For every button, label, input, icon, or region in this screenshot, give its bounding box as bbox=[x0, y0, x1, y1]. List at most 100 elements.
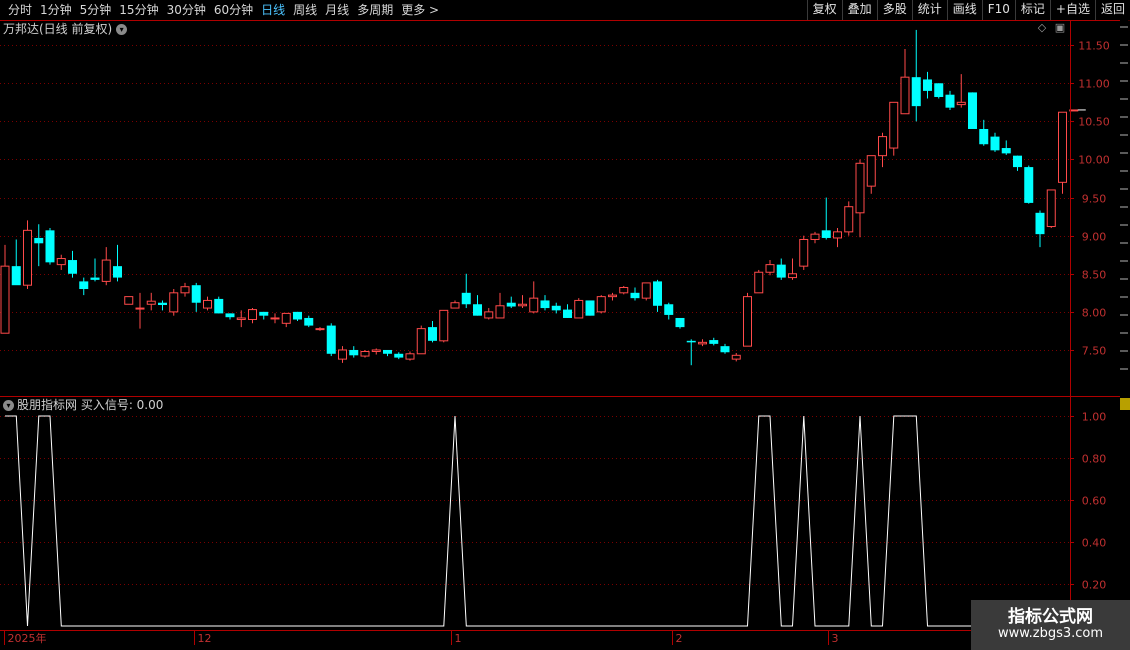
candle-body-down bbox=[1024, 167, 1034, 203]
candle bbox=[371, 348, 381, 355]
watermark: 指标公式网 www.zbgs3.com bbox=[971, 600, 1130, 650]
candle bbox=[990, 132, 1000, 152]
candle-body-down bbox=[214, 298, 224, 314]
candle-body-up bbox=[574, 299, 584, 319]
candle bbox=[1035, 210, 1045, 248]
candle-body-up bbox=[529, 297, 539, 313]
indicator-axis-label: 0.20 bbox=[1082, 579, 1107, 592]
candle bbox=[416, 325, 426, 355]
candle-body-down bbox=[968, 92, 977, 129]
candle-body-down bbox=[990, 136, 1000, 151]
candle bbox=[11, 239, 21, 286]
candle bbox=[709, 337, 719, 346]
candle-body-up bbox=[788, 273, 797, 279]
candle bbox=[394, 352, 404, 360]
candle bbox=[1001, 140, 1011, 155]
candle-body-down bbox=[293, 311, 302, 320]
candle bbox=[788, 258, 797, 280]
candle bbox=[191, 282, 201, 312]
candle-body-down bbox=[394, 353, 404, 358]
candle bbox=[900, 48, 910, 115]
candle bbox=[878, 132, 887, 168]
candle-body-up bbox=[855, 162, 865, 214]
candle bbox=[911, 29, 921, 122]
candle-body-down bbox=[720, 346, 730, 353]
candle-body-up bbox=[731, 354, 741, 360]
candle bbox=[675, 317, 685, 329]
indicator-axis-label: 0.60 bbox=[1082, 495, 1107, 508]
candle-body-down bbox=[1001, 148, 1011, 154]
candle-body-down bbox=[383, 349, 392, 354]
candle-body-up bbox=[135, 307, 145, 310]
candle-body-down bbox=[923, 79, 932, 91]
candle-body-down bbox=[506, 302, 516, 307]
candle-body-up bbox=[596, 296, 606, 313]
candle bbox=[293, 311, 302, 322]
candle-body-up bbox=[1058, 111, 1067, 183]
candle bbox=[23, 220, 32, 290]
candle bbox=[889, 101, 899, 156]
candle-body-down bbox=[90, 277, 100, 280]
candle bbox=[383, 349, 392, 357]
candle-body-up bbox=[146, 300, 156, 305]
candle-body-down bbox=[585, 300, 595, 316]
candle-body-up bbox=[315, 328, 325, 331]
candle-body-down bbox=[551, 305, 561, 311]
candle bbox=[135, 292, 145, 329]
candle-body-down bbox=[428, 327, 437, 341]
candle bbox=[743, 292, 752, 347]
candle-body-up bbox=[833, 231, 842, 239]
candle bbox=[270, 313, 280, 324]
candle-body-up bbox=[450, 302, 460, 309]
candle bbox=[810, 231, 820, 244]
candle bbox=[450, 300, 460, 309]
candle bbox=[281, 312, 291, 328]
candle bbox=[563, 304, 572, 318]
candle bbox=[720, 343, 730, 354]
candle bbox=[619, 285, 629, 295]
candle bbox=[315, 327, 325, 331]
candle bbox=[225, 313, 235, 320]
candle bbox=[945, 90, 955, 110]
side-panel-tab[interactable] bbox=[1120, 398, 1130, 438]
candle-body-down bbox=[540, 300, 550, 309]
candle-body-down bbox=[473, 304, 482, 316]
candle-body-down bbox=[1035, 212, 1045, 235]
candle-body-down bbox=[934, 83, 944, 97]
candle bbox=[360, 349, 370, 358]
candle-body-up bbox=[878, 136, 887, 157]
side-panel-collapsed[interactable] bbox=[1120, 20, 1130, 390]
candle-body-down bbox=[675, 317, 685, 328]
price-axis-label: 11.50 bbox=[1078, 40, 1110, 53]
candle bbox=[349, 346, 359, 358]
candle bbox=[776, 258, 786, 280]
candle-body-down bbox=[664, 304, 674, 315]
candle bbox=[653, 279, 662, 312]
signal-line bbox=[5, 415, 1085, 627]
candle-body-up bbox=[844, 206, 854, 233]
candle-body-up bbox=[439, 309, 449, 342]
candle bbox=[45, 228, 55, 265]
candle bbox=[1013, 155, 1022, 171]
candle-body-up bbox=[0, 265, 10, 334]
candle bbox=[1024, 165, 1034, 204]
candle-body-up bbox=[765, 264, 775, 273]
price-axis-label: 10.50 bbox=[1078, 116, 1110, 129]
grid-lines bbox=[0, 45, 1070, 585]
candle-body-down bbox=[945, 94, 955, 108]
candle-body-up bbox=[281, 312, 291, 324]
candle-body-up bbox=[619, 286, 629, 294]
candle-body-up bbox=[124, 296, 134, 305]
candle bbox=[0, 244, 10, 334]
candle-body-down bbox=[45, 230, 55, 263]
candle-body-down bbox=[979, 128, 989, 145]
candle-body-up bbox=[698, 341, 707, 345]
candle-body-down bbox=[79, 281, 89, 290]
watermark-title: 指标公式网 bbox=[1008, 607, 1093, 627]
candle bbox=[326, 323, 336, 357]
candle-body-up bbox=[799, 238, 809, 267]
stock-chart[interactable]: 11.5011.0010.5010.009.509.008.508.007.50… bbox=[0, 0, 1130, 650]
candle-body-down bbox=[653, 281, 662, 306]
candle bbox=[439, 309, 449, 343]
candle-body-down bbox=[34, 237, 44, 244]
